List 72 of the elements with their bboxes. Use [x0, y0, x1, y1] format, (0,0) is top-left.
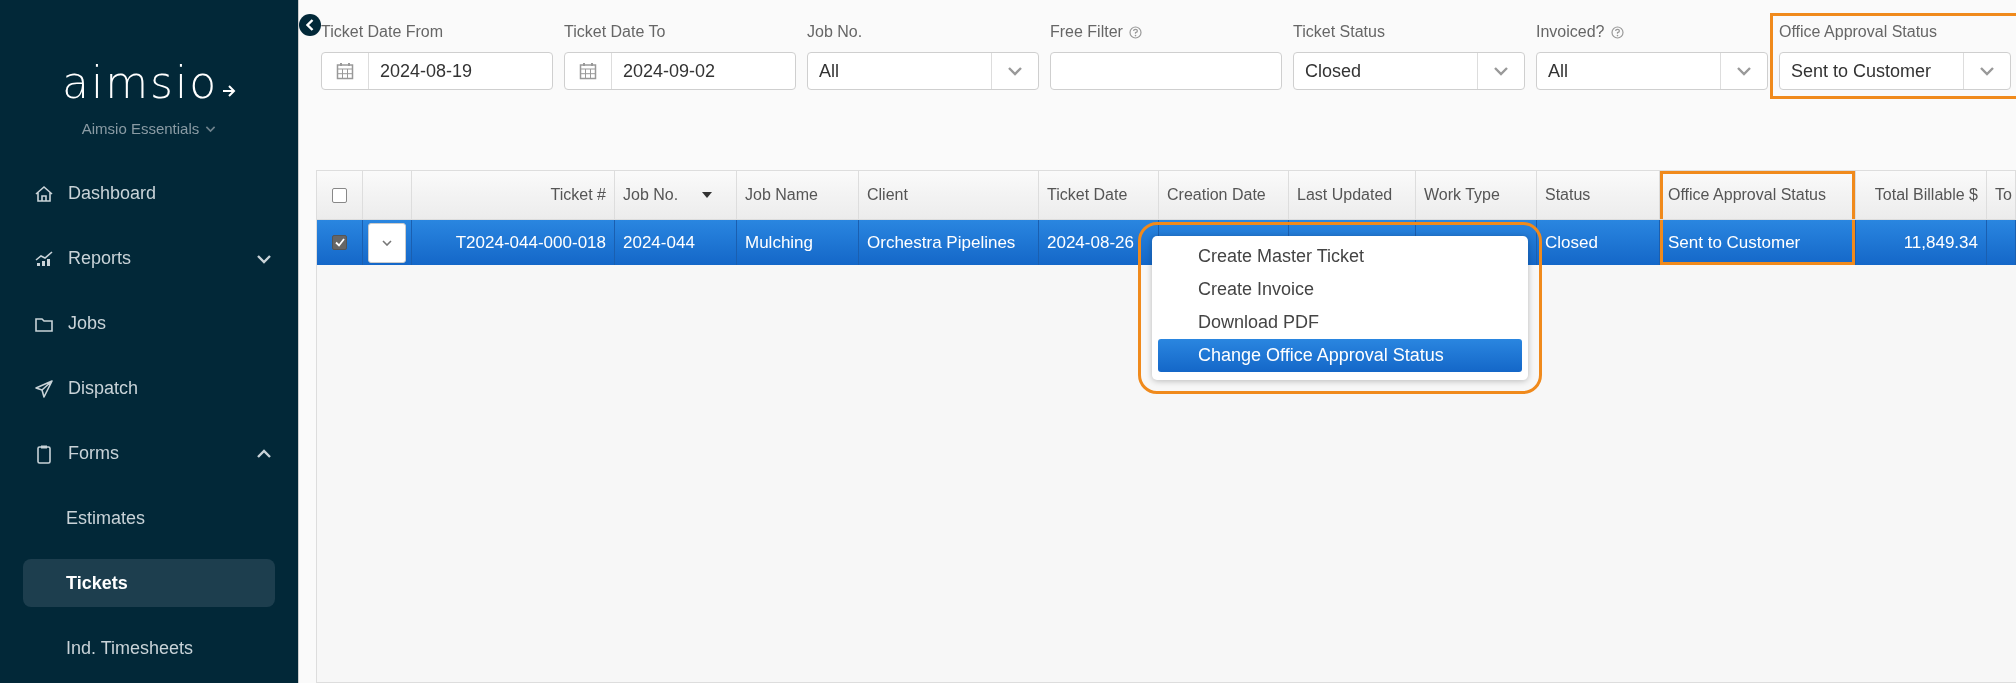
- date-field[interactable]: 2024-08-19: [321, 52, 553, 90]
- column-header[interactable]: Ticket #: [412, 171, 615, 220]
- sidebar-item[interactable]: Reports: [0, 226, 298, 291]
- collapse-button[interactable]: [299, 14, 321, 36]
- column-header[interactable]: Ticket Date: [1039, 171, 1159, 220]
- row-checkbox[interactable]: [332, 235, 347, 250]
- dropdown[interactable]: All: [1536, 52, 1768, 90]
- filter-label: Free Filter: [1050, 23, 1123, 41]
- help-icon[interactable]: [1610, 25, 1624, 39]
- table-cell: [1987, 220, 2016, 265]
- menu-item[interactable]: Change Office Approval Status: [1158, 339, 1522, 372]
- text-field[interactable]: [1050, 52, 1282, 90]
- sidebar-item[interactable]: Dashboard: [0, 161, 298, 226]
- home-icon: [34, 184, 54, 203]
- calendar-icon: [336, 62, 354, 80]
- table-cell: Sent to Customer: [1660, 220, 1856, 265]
- workspace-switcher[interactable]: Aimsio Essentials: [0, 120, 298, 137]
- menu-item[interactable]: Create Master Ticket: [1158, 240, 1522, 273]
- row-actions-button[interactable]: [368, 222, 406, 263]
- menu-item[interactable]: Create Invoice: [1158, 273, 1522, 306]
- column-header[interactable]: Last Updated: [1289, 171, 1416, 220]
- sidebar-item[interactable]: Forms: [0, 421, 298, 486]
- column-header[interactable]: Creation Date: [1159, 171, 1289, 220]
- filter-label: Office Approval Status: [1779, 23, 1937, 41]
- column-header[interactable]: Total Billable $: [1856, 171, 1987, 220]
- chevron-down-icon: [382, 239, 392, 246]
- chevron-up-icon: [256, 448, 272, 459]
- calendar-icon: [579, 62, 597, 80]
- chart-icon: [34, 249, 54, 268]
- arrow-icon: [222, 84, 237, 98]
- table-cell: Orchestra Pipelines: [859, 220, 1039, 265]
- filter-label: Invoiced?: [1536, 23, 1605, 41]
- table-cell: Mulching: [737, 220, 859, 265]
- filter-label: Ticket Date From: [321, 23, 444, 41]
- filter-label: Ticket Date To: [564, 23, 666, 41]
- chevron-down-icon: [205, 124, 217, 133]
- dropdown[interactable]: Sent to Customer: [1779, 52, 2011, 90]
- column-header[interactable]: Status: [1537, 171, 1660, 220]
- column-header[interactable]: Work Type: [1416, 171, 1537, 220]
- column-header[interactable]: Client: [859, 171, 1039, 220]
- chevron-down-icon: [1736, 66, 1752, 76]
- sidebar-item[interactable]: Dispatch: [0, 356, 298, 421]
- sidebar-subitem[interactable]: Estimates: [23, 494, 275, 542]
- clipboard-icon: [34, 443, 54, 464]
- table-cell: 11,849.34: [1856, 220, 1987, 265]
- chevron-down-icon: [256, 253, 272, 264]
- column-header[interactable]: Office Approval Status: [1660, 171, 1856, 220]
- table-cell: T2024-044-000-018: [412, 220, 615, 265]
- table-cell: Closed: [1537, 220, 1660, 265]
- dropdown[interactable]: All: [807, 52, 1039, 90]
- column-header[interactable]: To: [1987, 171, 2016, 220]
- chevron-left-icon: [306, 19, 314, 31]
- column-header[interactable]: Job Name: [737, 171, 859, 220]
- table-cell: 2024-08-26: [1039, 220, 1159, 265]
- paper-plane-icon: [34, 379, 54, 398]
- date-field[interactable]: 2024-09-02: [564, 52, 796, 90]
- table-cell: 2024-044: [615, 220, 737, 265]
- chevron-down-icon: [1979, 66, 1995, 76]
- sort-down-icon: [702, 192, 713, 198]
- chevron-down-icon: [1493, 66, 1509, 76]
- filter-label: Ticket Status: [1293, 23, 1385, 41]
- logo-text: aimsio: [61, 58, 219, 108]
- sidebar-subitem[interactable]: Ind. Timesheets: [23, 624, 275, 672]
- sidebar-subitem[interactable]: Tickets: [23, 559, 275, 607]
- filter-label: Job No.: [807, 23, 863, 41]
- menu-item[interactable]: Download PDF: [1158, 306, 1522, 339]
- select-all-checkbox[interactable]: [332, 187, 347, 203]
- column-header[interactable]: Job No.: [615, 171, 737, 220]
- chevron-down-icon: [1007, 66, 1023, 76]
- sidebar-item[interactable]: Jobs: [0, 291, 298, 356]
- help-icon[interactable]: [1128, 25, 1142, 39]
- dropdown[interactable]: Closed: [1293, 52, 1525, 90]
